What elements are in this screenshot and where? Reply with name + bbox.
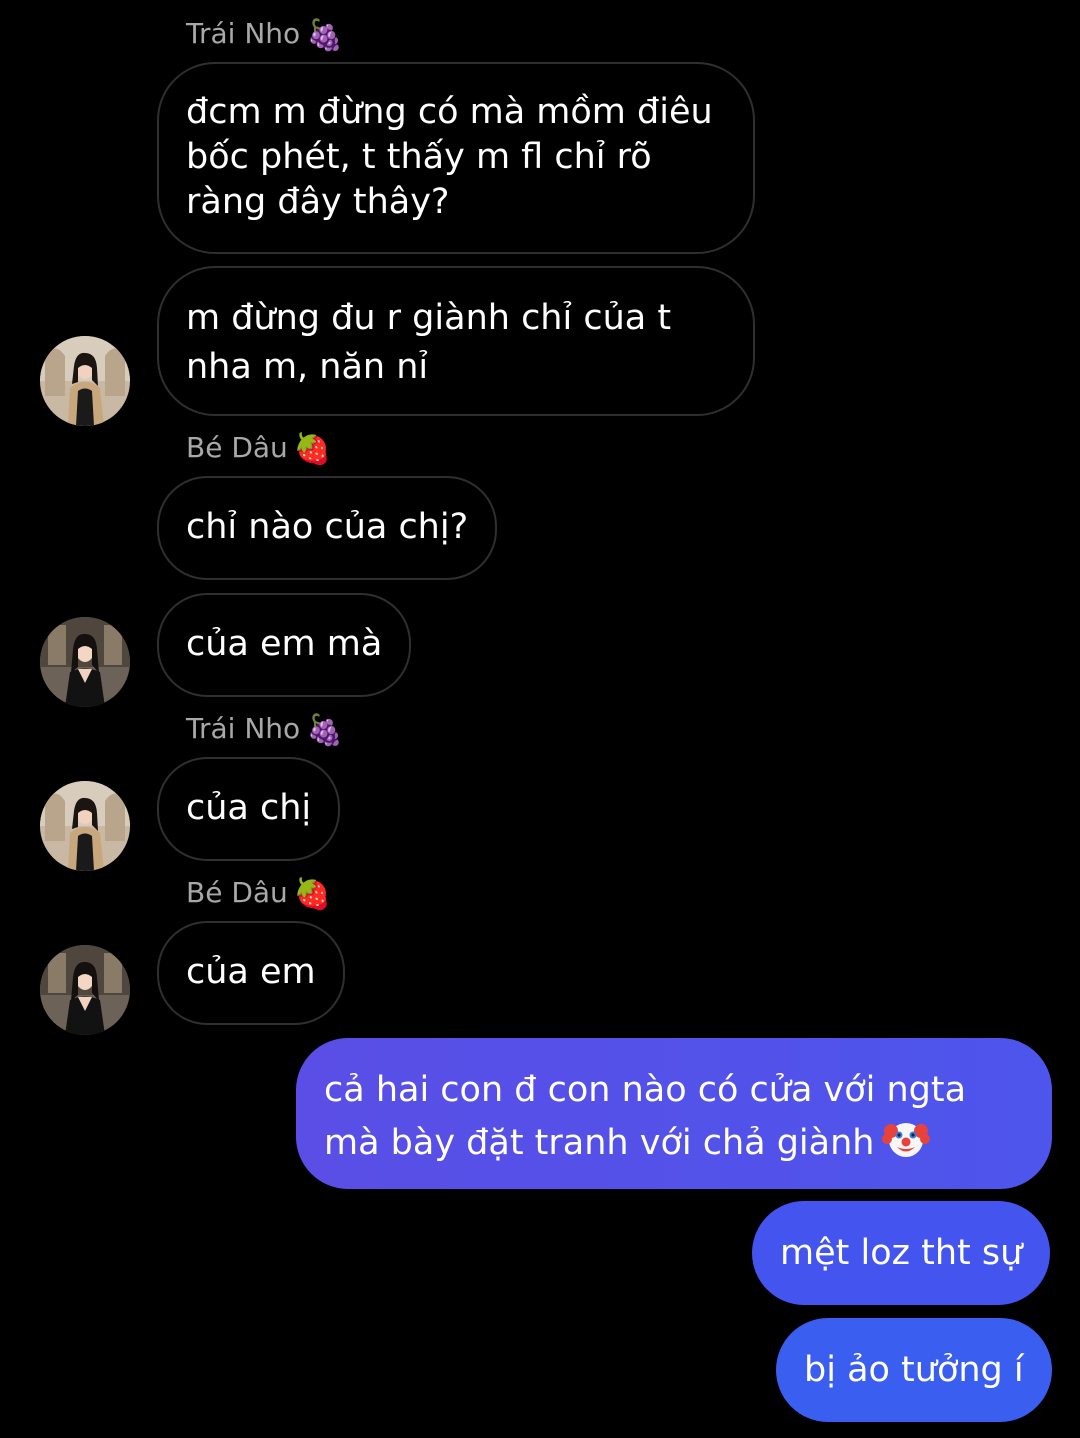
message-text: chỉ nào của chị? xyxy=(186,507,469,547)
message-text: của em mà xyxy=(186,624,383,664)
message-bubble-incoming[interactable]: chỉ nào của chị? xyxy=(157,476,498,580)
avatar-be-dau[interactable] xyxy=(40,945,130,1035)
sender-name-be-dau: Bé Dâu 🍓 xyxy=(186,428,331,470)
strawberry-icon: 🍓 xyxy=(293,877,332,912)
message-text: của em xyxy=(186,952,316,992)
message-text: cả hai con đ con nào có cửa với ngta mà … xyxy=(324,1070,967,1163)
message-bubble-outgoing[interactable]: bị ảo tưởng í xyxy=(776,1318,1052,1422)
avatar-trai-nho-image xyxy=(40,781,130,871)
message-bubble-incoming[interactable]: m đừng đu r giành chỉ của t nha m, năn n… xyxy=(157,266,755,416)
sender-label: Bé Dâu xyxy=(186,876,288,909)
sender-name-trai-nho: Trái Nho 🍇 xyxy=(186,709,344,751)
message-text: m đừng đu r giành chỉ của t nha m, năn n… xyxy=(186,298,672,387)
avatar-trai-nho[interactable] xyxy=(40,781,130,871)
message-text: mệt loz tht sự xyxy=(780,1233,1023,1273)
grapes-icon: 🍇 xyxy=(306,713,344,748)
avatar-be-dau-image xyxy=(40,945,130,1035)
message-bubble-outgoing[interactable]: mệt loz tht sự xyxy=(752,1201,1051,1305)
sender-label: Bé Dâu xyxy=(186,431,288,464)
message-bubble-incoming[interactable]: của chị xyxy=(157,757,341,861)
message-text: của chị xyxy=(186,788,312,828)
message-text: đcm m đừng có mà mồm điêu bốc phét, t th… xyxy=(186,92,713,222)
strawberry-icon: 🍓 xyxy=(293,432,332,467)
message-bubble-outgoing[interactable]: cả hai con đ con nào có cửa với ngta mà … xyxy=(296,1038,1052,1189)
message-bubble-incoming[interactable]: đcm m đừng có mà mồm điêu bốc phét, t th… xyxy=(157,62,755,254)
avatar-trai-nho-image xyxy=(40,336,130,426)
sender-label: Trái Nho xyxy=(186,712,301,745)
avatar-be-dau[interactable] xyxy=(40,617,130,707)
avatar-be-dau-image xyxy=(40,617,130,707)
clown-face-icon xyxy=(882,1114,931,1162)
message-bubble-incoming[interactable]: của em mà xyxy=(157,593,412,697)
message-bubble-incoming[interactable]: của em xyxy=(157,921,345,1025)
grapes-icon: 🍇 xyxy=(306,18,344,53)
sender-label: Trái Nho xyxy=(186,17,301,50)
message-text: bị ảo tưởng í xyxy=(804,1350,1024,1390)
sender-name-trai-nho: Trái Nho 🍇 xyxy=(186,14,344,56)
sender-name-be-dau: Bé Dâu 🍓 xyxy=(186,873,331,915)
avatar-trai-nho[interactable] xyxy=(40,336,130,426)
